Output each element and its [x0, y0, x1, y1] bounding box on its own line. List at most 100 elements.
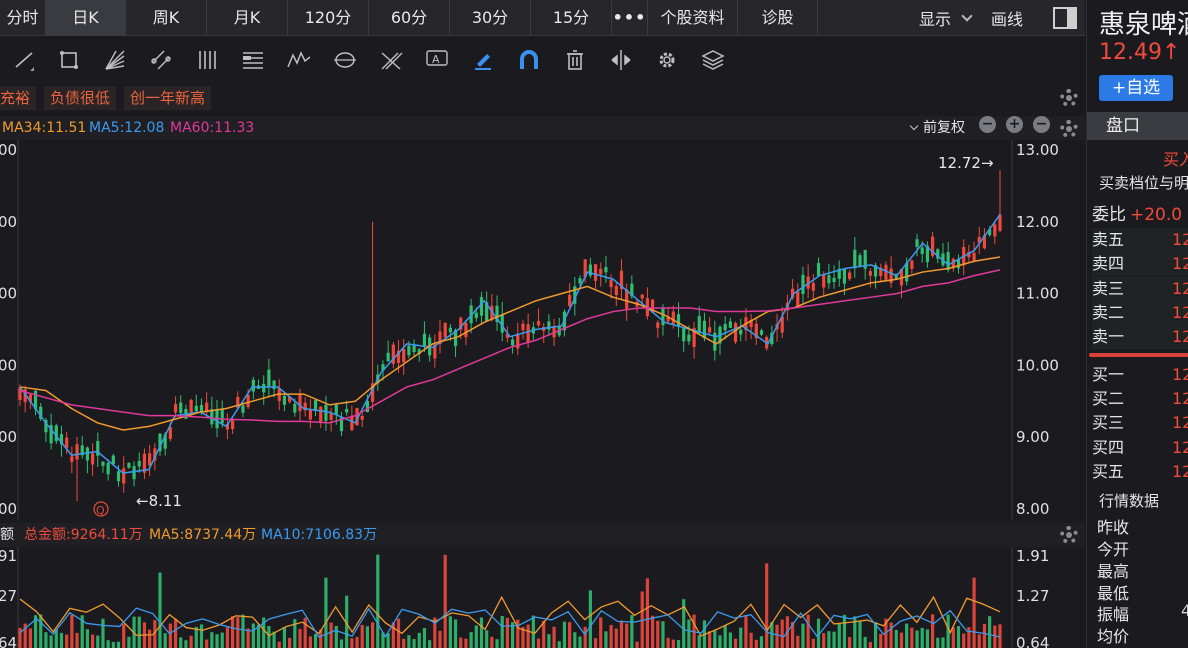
volume-bar — [801, 623, 805, 648]
volume-bar — [708, 631, 712, 648]
volume-bar — [360, 624, 364, 648]
buy-level-2[interactable]: 买二 12 — [1092, 387, 1188, 411]
sell-level-1[interactable]: 卖一 12 — [1092, 325, 1188, 349]
candle-body — [334, 404, 338, 415]
quote-panel: 惠泉啤酒 12.49↑ + +自选 盘口 买入 买卖档位与明细 委比+20.0 … — [1086, 0, 1188, 648]
stock-name: 惠泉啤酒 — [1099, 10, 1188, 40]
volume-bar — [723, 625, 727, 648]
candle-body — [848, 272, 852, 280]
quote-label: 振幅 — [1097, 605, 1130, 624]
volume-bar — [267, 626, 271, 648]
volume-bar — [542, 620, 546, 648]
volume-bar — [568, 622, 572, 648]
quote-row: 今开 — [1097, 536, 1129, 560]
volume-bar — [588, 590, 592, 648]
candle-body — [625, 289, 629, 309]
volume-bar — [59, 632, 64, 648]
volume-tick-label: 1.91 — [1016, 547, 1049, 565]
buy-level-4[interactable]: 买四 12 — [1092, 436, 1188, 460]
level-price: 12 — [1172, 279, 1188, 298]
level-price: 12 — [1172, 327, 1188, 346]
volume-bar — [744, 614, 748, 648]
candle-body — [127, 463, 131, 468]
volume-bar — [251, 623, 255, 648]
volume-bar — [526, 624, 530, 648]
candle-body — [179, 402, 183, 413]
volume-bar — [225, 627, 230, 648]
volume-bar — [288, 637, 292, 648]
volume-bar — [941, 637, 945, 648]
volume-bar — [578, 636, 582, 648]
candle-body — [85, 447, 90, 461]
volume-bar — [967, 627, 971, 648]
volume-bar — [635, 641, 639, 648]
volume-bar — [915, 630, 919, 648]
candle-body — [220, 408, 224, 424]
candle-body — [614, 285, 618, 296]
tab-orderbook[interactable]: 盘口 — [1087, 112, 1188, 140]
volume-bar — [930, 614, 935, 648]
volume-bar — [417, 632, 421, 648]
candle-body — [609, 279, 613, 288]
volume-tick-label-left: 27 — [0, 587, 17, 605]
price-tick-label-left: 00 — [0, 213, 17, 231]
buy-level-5[interactable]: 买五 12 — [1092, 460, 1188, 484]
quote-label: 均价 — [1097, 627, 1130, 646]
candle-body — [168, 427, 172, 439]
volume-bar — [111, 641, 115, 648]
volume-tick-label-left: 64 — [0, 634, 17, 648]
volume-bar — [246, 628, 250, 648]
quote-label: 昨收 — [1097, 518, 1130, 537]
volume-bar — [718, 635, 722, 648]
volume-bar — [428, 640, 432, 648]
volume-bar — [993, 625, 997, 648]
price-tick-label: 9.00 — [1016, 428, 1049, 446]
volume-bar — [422, 627, 427, 648]
volume-bar — [687, 619, 691, 648]
candle-body — [510, 339, 515, 346]
buy-header[interactable]: 买入 — [1163, 146, 1188, 170]
sell-level-3[interactable]: 卖三 12 — [1092, 277, 1188, 301]
volume-bar — [920, 627, 924, 648]
candle-body — [443, 322, 447, 338]
candle-body — [246, 394, 250, 408]
candle-body — [464, 322, 468, 338]
buy-level-3[interactable]: 买三 12 — [1092, 411, 1188, 435]
level-label: 卖四 — [1092, 254, 1125, 273]
volume-bar — [194, 626, 198, 648]
volume-bar — [619, 620, 624, 648]
level-label: 买二 — [1092, 389, 1125, 408]
sell-level-5[interactable]: 卖五 12 — [1092, 228, 1188, 252]
candle-body — [599, 268, 603, 275]
candle-body — [568, 294, 572, 307]
volume-bar — [324, 577, 328, 648]
quotes-section-title: 行情数据 — [1099, 492, 1160, 510]
candle-body — [272, 380, 276, 390]
candle-body — [101, 461, 105, 466]
candle-body — [54, 425, 58, 442]
add-favorite-button[interactable]: +自选 — [1099, 75, 1173, 101]
candle-body — [656, 322, 660, 328]
volume-bar — [339, 639, 344, 648]
price-tick-label-left: 00 — [0, 500, 17, 518]
candle-body — [298, 393, 302, 412]
volume-bar — [412, 639, 416, 648]
sell-level-4[interactable]: 卖四 12 — [1092, 252, 1188, 276]
candle-body — [972, 252, 976, 261]
price-tick-label-left: 00 — [0, 141, 17, 159]
candle-body — [189, 400, 193, 413]
buy-level-1[interactable]: 买一 12 — [1092, 363, 1188, 387]
candle-body — [230, 419, 235, 430]
volume-bar — [536, 638, 541, 648]
sell-level-2[interactable]: 卖二 12 — [1092, 301, 1188, 325]
price-tick-label-left: 00 — [0, 356, 17, 374]
kline-chart[interactable]: 13.00 00 12.00 00 11.00 00 10.00 00 9.00 00 8.00 00… — [0, 0, 1085, 648]
quote-value: 4 — [1181, 601, 1188, 620]
candle-body — [671, 311, 675, 324]
price-tick-label: 12.00 — [1016, 213, 1059, 231]
candle-body — [479, 297, 484, 316]
weibi: 委比 +20.0 — [1092, 200, 1182, 225]
volume-bar — [199, 624, 204, 648]
candle-body — [132, 466, 136, 480]
chart-grid — [0, 140, 1085, 648]
